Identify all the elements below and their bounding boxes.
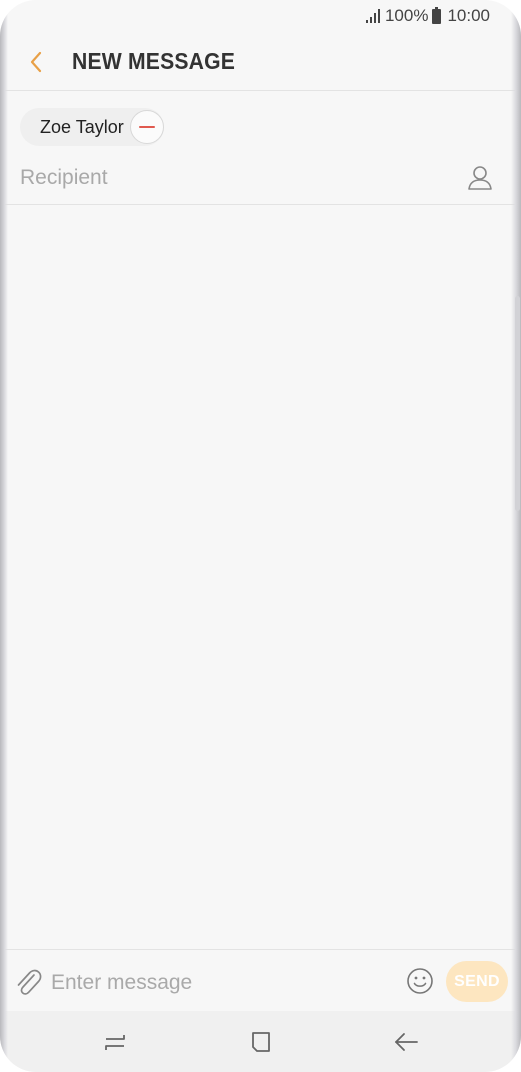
paperclip-icon (17, 969, 42, 995)
recent-apps-icon (105, 1035, 125, 1050)
app-header: NEW MESSAGE (0, 32, 521, 91)
signal-icon (365, 9, 380, 23)
emoji-button[interactable] (406, 967, 434, 995)
home-icon (252, 1032, 270, 1052)
chevron-left-icon (30, 51, 42, 73)
remove-recipient-button[interactable] (130, 110, 164, 144)
recipient-area: Zoe Taylor (0, 91, 521, 205)
contacts-button[interactable] (466, 164, 494, 192)
message-composer: SEND (0, 949, 521, 1012)
home-button[interactable] (246, 1027, 276, 1057)
smiley-icon (407, 968, 433, 994)
contact-person-icon (468, 166, 492, 190)
back-icon (395, 1033, 418, 1051)
attach-button[interactable] (13, 966, 43, 998)
screen-edge-left (0, 0, 8, 1072)
page-title: NEW MESSAGE (72, 48, 236, 74)
conversation-area (0, 205, 521, 949)
recipient-input[interactable] (20, 163, 440, 193)
back-button[interactable] (22, 46, 50, 78)
nav-back-button[interactable] (391, 1027, 421, 1057)
send-button[interactable]: SEND (446, 961, 508, 1002)
screen-edge-right (511, 0, 521, 1072)
system-nav-bar (0, 1011, 521, 1072)
battery-icon (432, 6, 442, 24)
status-indicators: 100% 10:00 (365, 5, 490, 27)
message-input[interactable] (51, 968, 391, 998)
screen: 100% 10:00 NEW MESSAGE Zoe Taylor Recipi… (0, 0, 521, 1072)
device-frame: 100% 10:00 NEW MESSAGE Zoe Taylor Recipi… (0, 0, 521, 1072)
recipient-chip-label: Zoe Taylor (40, 116, 124, 137)
recent-apps-button[interactable] (100, 1027, 130, 1057)
recipient-chip[interactable]: Zoe Taylor (20, 108, 164, 146)
status-bar: 100% 10:00 (0, 0, 521, 32)
edge-panel-handle[interactable] (515, 296, 520, 511)
clock: 10:00 (447, 6, 490, 25)
minus-circle-icon (139, 126, 155, 128)
battery-percent: 100% (384, 6, 429, 25)
